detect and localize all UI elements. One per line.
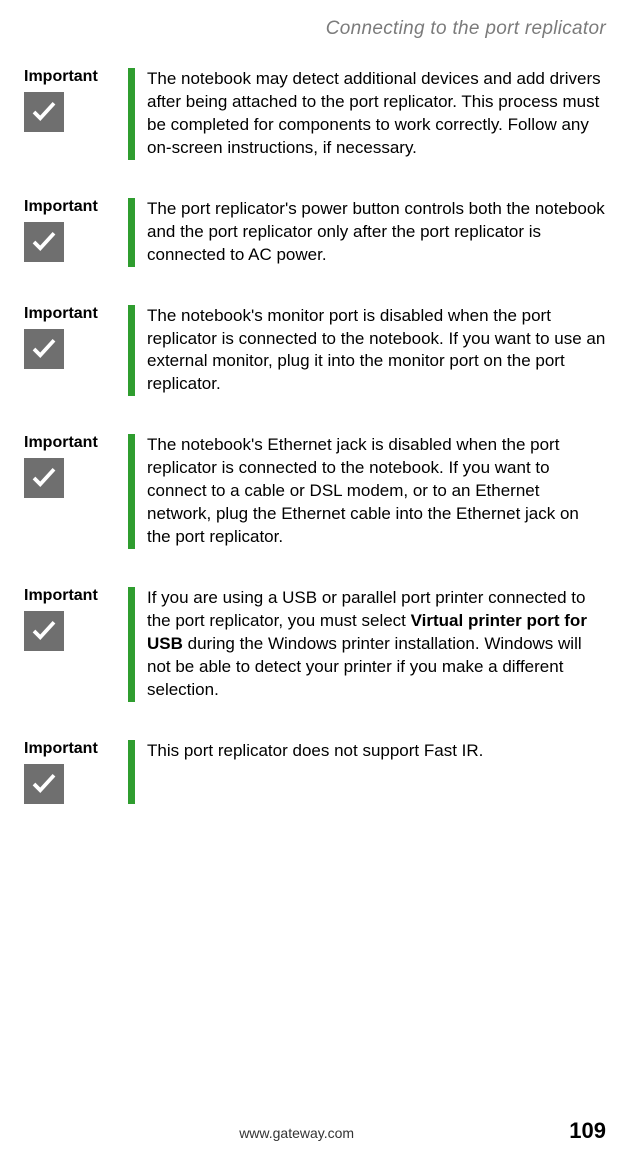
green-divider <box>128 68 135 160</box>
callout-left: Important <box>24 434 128 549</box>
callout-label: Important <box>24 587 128 605</box>
checkmark-icon <box>24 222 64 262</box>
checkmark-icon <box>24 92 64 132</box>
callout-label: Important <box>24 198 128 216</box>
checkmark-icon <box>24 611 64 651</box>
green-divider <box>128 740 135 804</box>
callout-body: This port replicator does not support Fa… <box>147 740 483 804</box>
callout-body: The notebook's Ethernet jack is disabled… <box>147 434 606 549</box>
callout-item: Important This port replicator does not … <box>24 740 606 804</box>
footer-url: www.gateway.com <box>239 1125 354 1141</box>
callout-left: Important <box>24 305 128 397</box>
footer: www.gateway.com 109 <box>24 1118 606 1144</box>
green-divider <box>128 305 135 397</box>
checkmark-icon <box>24 764 64 804</box>
header-title: Connecting to the port replicator <box>24 18 606 40</box>
callout-item: Important If you are using a USB or para… <box>24 587 606 702</box>
callout-item: Important The port replicator's power bu… <box>24 198 606 267</box>
green-divider <box>128 198 135 267</box>
callout-body: The notebook's monitor port is disabled … <box>147 305 606 397</box>
callout-label: Important <box>24 434 128 452</box>
callout-label: Important <box>24 305 128 323</box>
callout-label: Important <box>24 740 128 758</box>
checkmark-icon <box>24 458 64 498</box>
green-divider <box>128 434 135 549</box>
callout-item: Important The notebook's monitor port is… <box>24 305 606 397</box>
page-number: 109 <box>569 1118 606 1144</box>
callout-body: The notebook may detect additional devic… <box>147 68 606 160</box>
callout-item: Important The notebook may detect additi… <box>24 68 606 160</box>
checkmark-icon <box>24 329 64 369</box>
callout-label: Important <box>24 68 128 86</box>
green-divider <box>128 587 135 702</box>
callout-left: Important <box>24 68 128 160</box>
callout-left: Important <box>24 740 128 804</box>
callout-body: If you are using a USB or parallel port … <box>147 587 606 702</box>
callout-item: Important The notebook's Ethernet jack i… <box>24 434 606 549</box>
callout-left: Important <box>24 587 128 702</box>
callout-body: The port replicator's power button contr… <box>147 198 606 267</box>
callout-left: Important <box>24 198 128 267</box>
